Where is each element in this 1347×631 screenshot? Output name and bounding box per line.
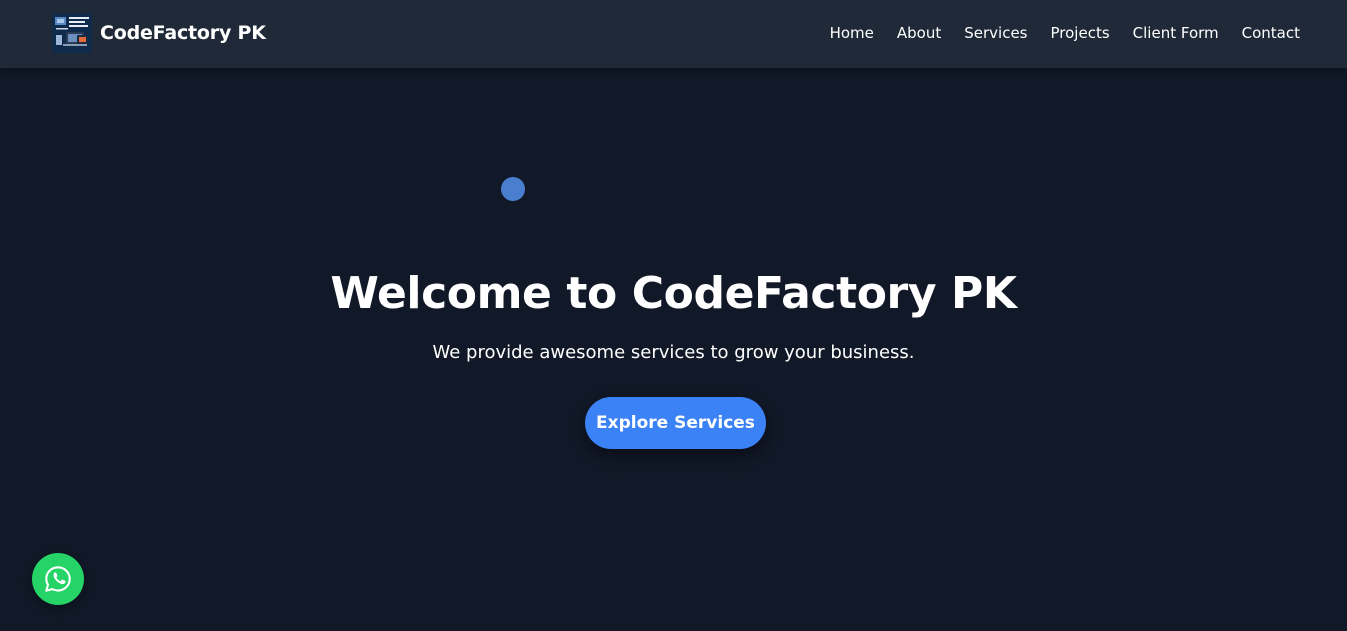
nav-item-home[interactable]: Home <box>830 24 874 42</box>
whatsapp-icon <box>45 566 71 592</box>
brand-logo-icon <box>52 13 92 53</box>
hero-subtitle: We provide awesome services to grow your… <box>432 342 915 363</box>
brand-name: CodeFactory PK <box>100 22 266 44</box>
hero-section: Welcome to CodeFactory PK We provide awe… <box>0 68 1347 631</box>
nav-item-services[interactable]: Services <box>964 24 1027 42</box>
nav-item-projects[interactable]: Projects <box>1051 24 1110 42</box>
nav-item-contact[interactable]: Contact <box>1242 24 1300 42</box>
explore-services-button[interactable]: Explore Services <box>585 397 766 449</box>
nav-item-client-form[interactable]: Client Form <box>1133 24 1219 42</box>
nav-menu: Home About Services Projects Client Form… <box>807 0 1300 66</box>
brand-link[interactable]: CodeFactory PK <box>52 13 266 53</box>
decorative-dot <box>501 177 525 201</box>
nav-item-about[interactable]: About <box>897 24 941 42</box>
navbar: CodeFactory PK Home About Services Proje… <box>0 0 1347 68</box>
whatsapp-button[interactable] <box>32 553 84 605</box>
hero-title: Welcome to CodeFactory PK <box>330 268 1017 319</box>
